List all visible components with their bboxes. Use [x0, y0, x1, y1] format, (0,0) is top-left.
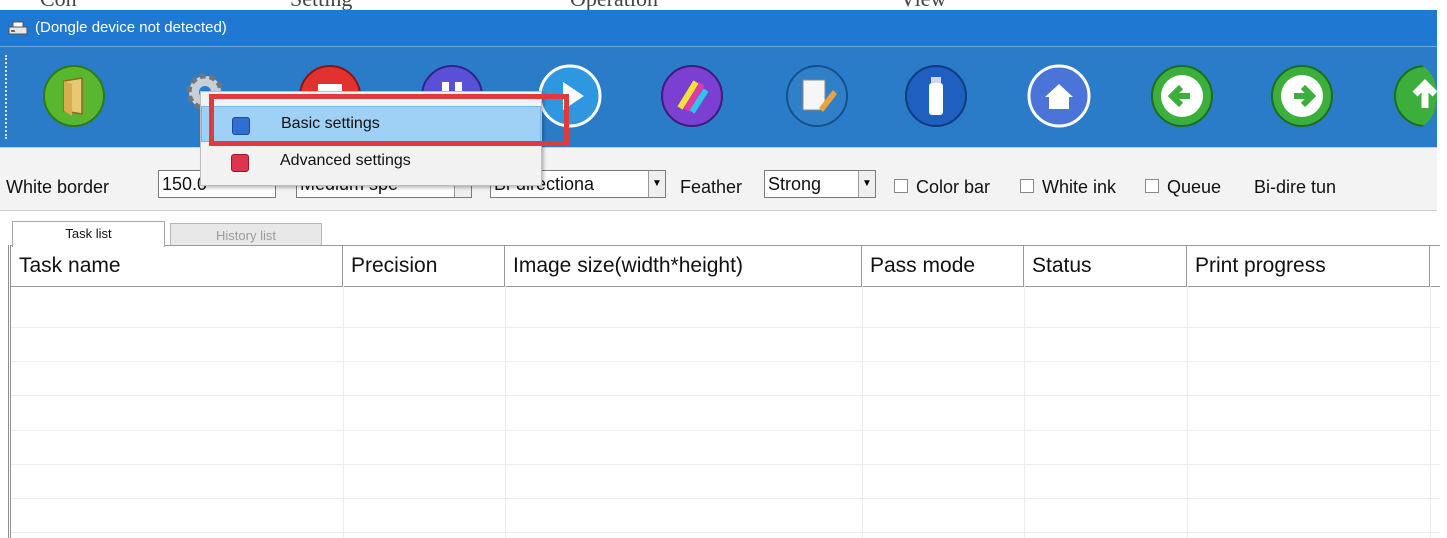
window-title: (Dongle device not detected): [35, 19, 227, 36]
row-divider: [11, 498, 1440, 499]
ink-bottle-button[interactable]: [904, 64, 968, 128]
column-precision[interactable]: Precision: [343, 246, 505, 286]
table-header: Task name Precision Image size(width*hei…: [11, 245, 1440, 287]
row-divider: [11, 532, 1440, 533]
edit-document-icon: [786, 65, 848, 127]
menu-item-partial[interactable]: Con: [40, 0, 77, 10]
white-ink-label: White ink: [1042, 177, 1117, 197]
tab-task-list[interactable]: Task list: [12, 221, 165, 247]
column-status[interactable]: Status: [1024, 246, 1187, 286]
row-divider: [11, 327, 1440, 328]
column-task-name[interactable]: Task name: [11, 246, 343, 286]
row-divider: [11, 395, 1440, 396]
column-divider: [343, 285, 344, 538]
ink-colors-icon: [661, 65, 723, 127]
home-button[interactable]: [1027, 64, 1091, 128]
row-divider: [11, 464, 1440, 465]
column-pass-mode[interactable]: Pass mode: [862, 246, 1024, 286]
column-divider: [1187, 285, 1188, 538]
bidire-tune-label: Bi-dire tun: [1254, 177, 1337, 197]
move-left-button[interactable]: [1150, 64, 1214, 128]
arrow-right-icon: [1271, 65, 1333, 127]
move-up-button[interactable]: [1393, 64, 1437, 128]
row-divider: [11, 430, 1440, 431]
arrow-up-icon: [1394, 65, 1437, 127]
title-bar: (Dongle device not detected): [0, 10, 1437, 46]
open-file-icon: [43, 65, 105, 127]
color-bar-label: Color bar: [916, 177, 991, 197]
ink-colors-button[interactable]: [660, 64, 724, 128]
menu-item-advanced-settings[interactable]: Advanced settings: [201, 144, 541, 180]
column-divider: [1024, 285, 1025, 538]
tab-history-list[interactable]: History list: [170, 223, 322, 247]
white-border-label: White border: [6, 177, 110, 197]
row-divider: [11, 361, 1440, 362]
color-bar-checkbox[interactable]: [894, 179, 908, 193]
column-divider: [1430, 285, 1431, 538]
menu-item-partial[interactable]: View: [900, 0, 946, 10]
open-file-button[interactable]: [42, 64, 106, 128]
column-image-size[interactable]: Image size(width*height): [505, 246, 862, 286]
printer-icon: [8, 21, 28, 35]
edit-task-button[interactable]: [785, 64, 849, 128]
white-ink-checkbox[interactable]: [1020, 179, 1034, 193]
move-right-button[interactable]: [1270, 64, 1334, 128]
menu-bar-cropped: Con Setting Operation View: [0, 0, 1447, 10]
feather-value: Strong: [768, 174, 822, 194]
tab-strip: Task list History list: [0, 211, 1437, 247]
queue-checkbox[interactable]: [1145, 179, 1159, 193]
arrow-left-icon: [1151, 65, 1213, 127]
ink-bottle-icon: [905, 65, 967, 127]
menu-item-label: Advanced settings: [280, 152, 411, 169]
feather-label: Feather: [680, 177, 743, 197]
column-print-progress[interactable]: Print progress: [1187, 246, 1430, 286]
home-icon: [1027, 64, 1091, 128]
menu-item-partial[interactable]: Operation: [570, 0, 658, 10]
column-divider: [505, 285, 506, 538]
settings-item-icon: [231, 154, 249, 172]
task-table: Task name Precision Image size(width*hei…: [8, 245, 1440, 538]
chevron-down-icon: ▼: [648, 171, 665, 197]
toolbar-grip[interactable]: [5, 55, 10, 139]
queue-label: Queue: [1167, 177, 1222, 197]
menu-item-partial[interactable]: Setting: [290, 0, 352, 10]
column-divider: [862, 285, 863, 538]
chevron-down-icon: ▼: [858, 171, 875, 197]
highlight-annotation: [209, 94, 569, 146]
feather-select[interactable]: Strong ▼: [764, 170, 876, 198]
